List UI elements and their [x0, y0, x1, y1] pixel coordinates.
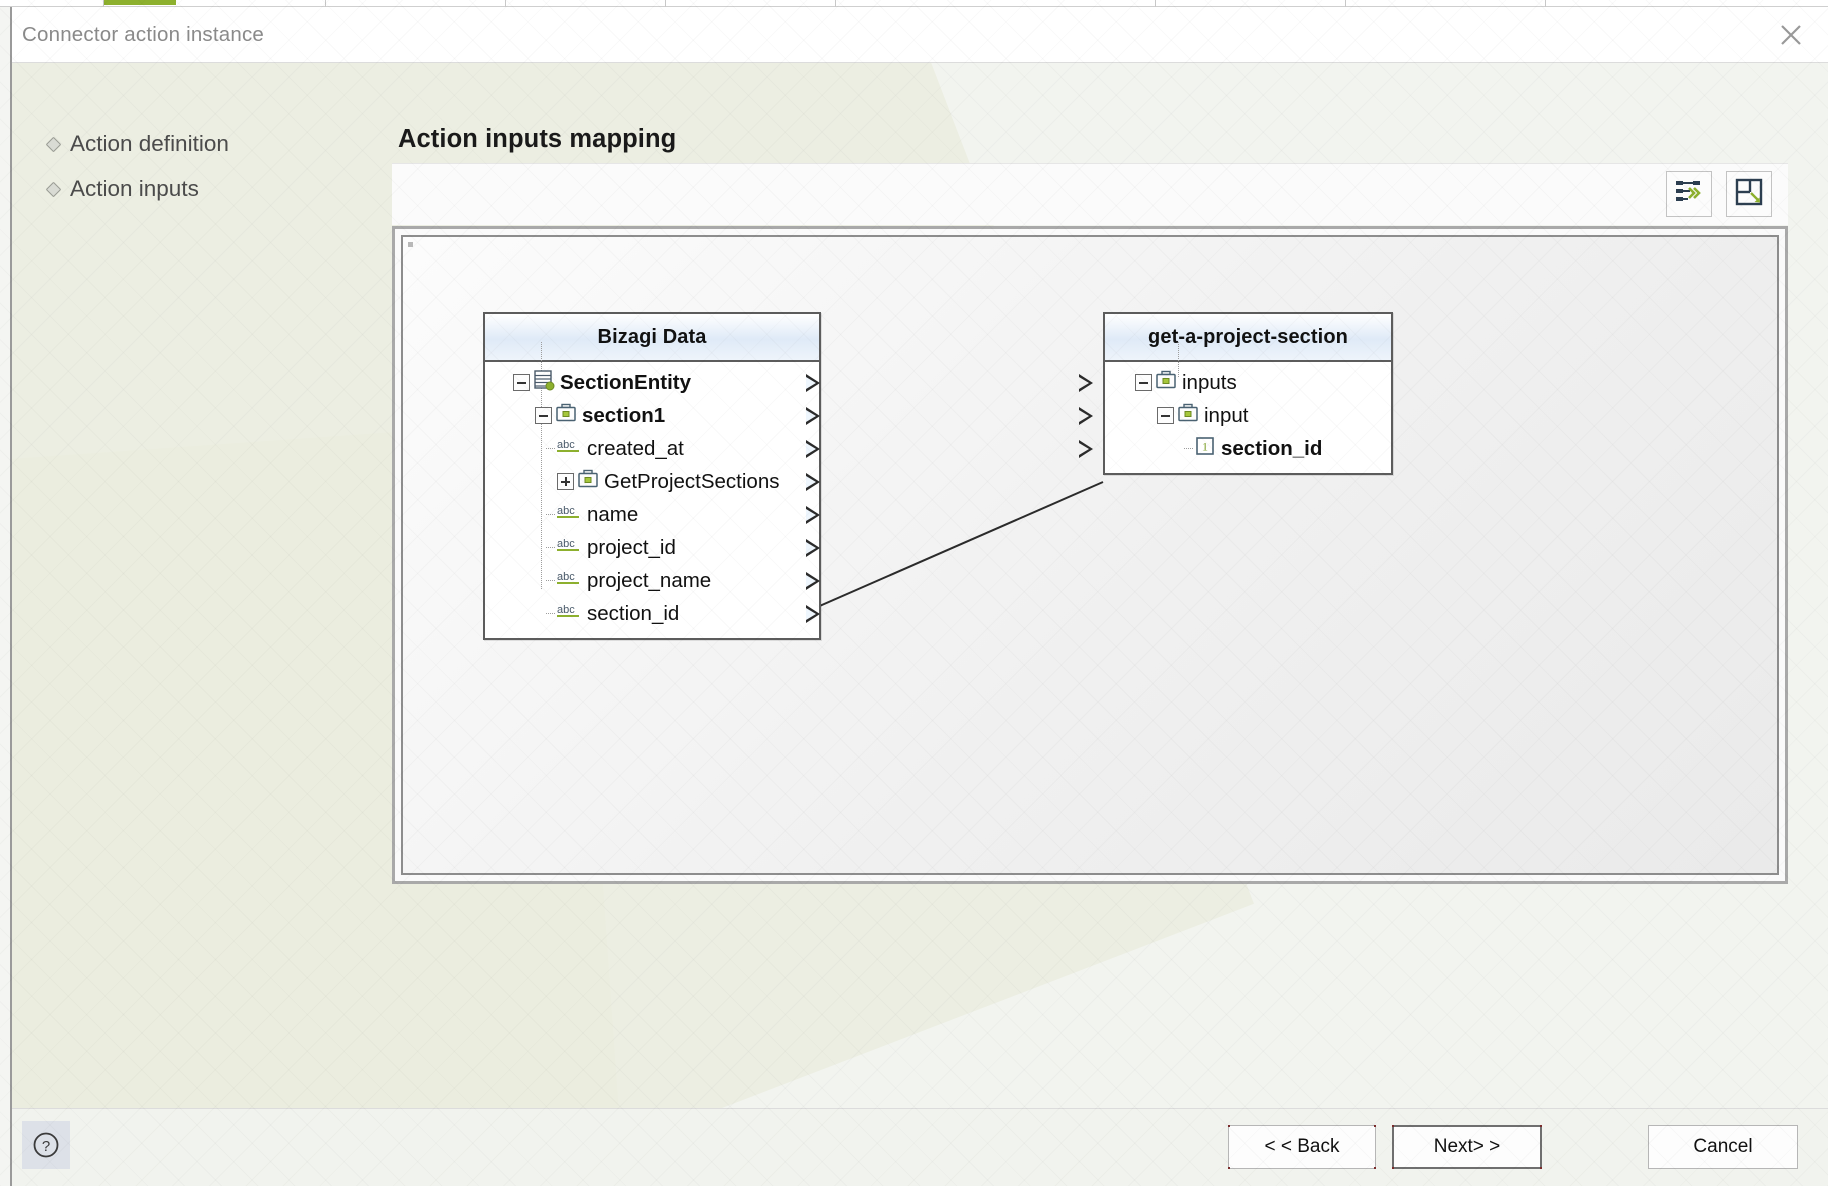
- entity-icon: [533, 369, 555, 397]
- underlying-app-strip: [0, 0, 1828, 7]
- briefcase-icon: [555, 402, 577, 430]
- tree-row-label: project_id: [587, 535, 676, 559]
- connector-action-instance-dialog: Connector action instance Action definit…: [10, 7, 1828, 1186]
- tree-row-label: section_id: [1221, 436, 1323, 460]
- cancel-button-label: Cancel: [1693, 1136, 1753, 1157]
- expander-minus-icon[interactable]: [1135, 374, 1152, 391]
- dialog-title: Connector action instance: [22, 23, 265, 46]
- tree-row-section1[interactable]: section1: [485, 399, 820, 432]
- expander-plus-icon[interactable]: [557, 473, 574, 490]
- tree-branch-stub: [538, 572, 555, 589]
- sidebar-item-action-inputs[interactable]: Action inputs: [45, 176, 199, 201]
- tree-row-label: inputs: [1182, 370, 1237, 394]
- tree-row-label: section1: [582, 403, 666, 427]
- tree-row-project-id[interactable]: abc project_id: [485, 531, 820, 564]
- page-title: Action inputs mapping: [398, 125, 677, 154]
- source-port-project-id[interactable]: [806, 538, 820, 557]
- source-port-section1[interactable]: [806, 406, 820, 425]
- tree-branch-stub: [538, 539, 555, 556]
- sidebar-item-label: Action inputs: [70, 176, 199, 201]
- dialog-body: Action definition Action inputs Action i…: [12, 63, 1828, 1186]
- source-port-sectionentity[interactable]: [806, 373, 820, 392]
- tree-row-sectionentity[interactable]: SectionEntity: [485, 366, 820, 399]
- target-port-section-id[interactable]: [1079, 439, 1093, 458]
- briefcase-icon: [1177, 402, 1199, 430]
- tree-row-inputs[interactable]: inputs: [1079, 366, 1391, 399]
- expander-minus-icon[interactable]: [513, 374, 530, 391]
- abc-icon: abc: [556, 502, 582, 528]
- briefcase-icon: [577, 468, 599, 496]
- tree-branch-stub-last: [538, 605, 555, 622]
- accent-bar: [104, 0, 176, 5]
- tree-row-section-id[interactable]: abc section_id: [485, 597, 820, 630]
- svg-text:abc: abc: [557, 604, 575, 616]
- svg-text:abc: abc: [557, 439, 575, 451]
- next-button[interactable]: Next> >: [1392, 1125, 1542, 1169]
- auto-map-button[interactable]: [1666, 171, 1712, 217]
- tree-row-label: created_at: [587, 436, 684, 460]
- target-node-title: get-a-project-section: [1105, 314, 1391, 362]
- abc-icon: abc: [556, 535, 582, 561]
- tree-branch-stub: [538, 506, 555, 523]
- briefcase-icon: [1155, 369, 1177, 397]
- tree-row-name[interactable]: abc name: [485, 498, 820, 531]
- tree-row-label: project_name: [587, 568, 712, 592]
- target-port-inputs[interactable]: [1079, 373, 1093, 392]
- source-port-created-at[interactable]: [806, 439, 820, 458]
- sidebar-item-label: Action definition: [70, 131, 229, 156]
- target-node-get-a-project-section[interactable]: get-a-project-section inputs input 1 sec…: [1079, 312, 1393, 475]
- tree-row-label: SectionEntity: [560, 370, 691, 394]
- tree-branch-stub: [538, 440, 555, 457]
- mapping-canvas[interactable]: Bizagi Data SectionEntity section1 abc c…: [401, 235, 1779, 875]
- expander-minus-icon[interactable]: [1157, 407, 1174, 424]
- tree-row-label: input: [1204, 403, 1249, 427]
- source-port-getprojectsections[interactable]: [806, 472, 820, 491]
- tree-row-input[interactable]: input: [1079, 399, 1391, 432]
- target-node-rows: inputs input 1 section_id: [1079, 342, 1391, 473]
- tree-branch-stub-last: [1176, 440, 1193, 457]
- auto-layout-button[interactable]: [1726, 171, 1772, 217]
- mapping-canvas-frame: Bizagi Data SectionEntity section1 abc c…: [392, 226, 1788, 884]
- target-port-input[interactable]: [1079, 406, 1093, 425]
- sidebar-item-action-definition[interactable]: Action definition: [45, 131, 229, 156]
- tree-row-target-section-id[interactable]: 1 section_id: [1079, 432, 1391, 465]
- tree-row-created-at[interactable]: abc created_at: [485, 432, 820, 465]
- svg-text:1: 1: [1202, 439, 1208, 453]
- next-button-label: Next> >: [1433, 1136, 1501, 1157]
- mapping-toolbar: [392, 163, 1788, 225]
- abc-icon: abc: [556, 601, 582, 627]
- tree-row-label: GetProjectSections: [604, 469, 780, 493]
- wizard-step-nav: Action definition Action inputs: [12, 63, 398, 1186]
- auto-layout-icon: [1735, 178, 1763, 211]
- svg-text:abc: abc: [557, 505, 575, 517]
- source-port-name[interactable]: [806, 505, 820, 524]
- dialog-titlebar: Connector action instance: [12, 7, 1828, 63]
- auto-map-icon: [1675, 179, 1703, 210]
- back-button[interactable]: < < Back: [1228, 1125, 1376, 1169]
- tree-row-project-name[interactable]: abc project_name: [485, 564, 820, 597]
- svg-text:?: ?: [42, 1138, 50, 1155]
- svg-text:abc: abc: [557, 571, 575, 583]
- abc-icon: abc: [556, 568, 582, 594]
- source-node-bizagi-data[interactable]: Bizagi Data SectionEntity section1 abc c…: [483, 312, 821, 640]
- svg-text:abc: abc: [557, 538, 575, 550]
- expander-minus-icon[interactable]: [535, 407, 552, 424]
- cancel-button[interactable]: Cancel: [1648, 1125, 1798, 1169]
- tree-row-label: section_id: [587, 601, 680, 625]
- source-port-section-id[interactable]: [806, 604, 820, 623]
- source-port-project-name[interactable]: [806, 571, 820, 590]
- help-icon[interactable]: ?: [22, 1121, 70, 1169]
- tree-row-getprojectsections[interactable]: GetProjectSections: [485, 465, 820, 498]
- diamond-bullet-icon: [45, 181, 62, 198]
- back-button-label: < < Back: [1264, 1136, 1340, 1157]
- source-node-title: Bizagi Data: [485, 314, 819, 362]
- number-one-icon: 1: [1194, 435, 1216, 463]
- dialog-footer: ? < < Back Next> > Cancel: [12, 1108, 1828, 1186]
- abc-icon: abc: [556, 436, 582, 462]
- close-icon[interactable]: [1754, 7, 1828, 62]
- tree-row-label: name: [587, 502, 639, 526]
- main-content: Action inputs mapping Bizagi Data Sectio…: [392, 63, 1828, 1186]
- diamond-bullet-icon: [45, 136, 62, 153]
- source-node-rows: SectionEntity section1 abc created_at Ge…: [485, 342, 820, 638]
